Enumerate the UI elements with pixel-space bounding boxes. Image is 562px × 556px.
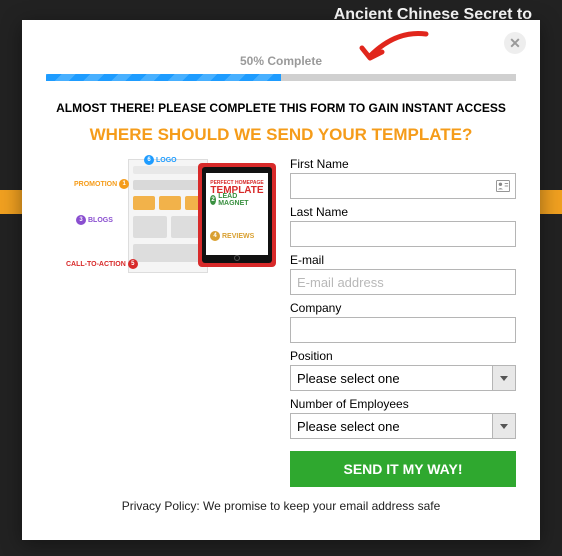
- position-select[interactable]: Please select one: [290, 365, 516, 391]
- badge-blogs: 3BLOGS: [76, 215, 113, 225]
- heading: WHERE SHOULD WE SEND YOUR TEMPLATE?: [46, 125, 516, 145]
- first-name-label: First Name: [290, 157, 516, 171]
- submit-button[interactable]: SEND IT MY WAY!: [290, 451, 516, 487]
- progress-fill: [46, 74, 281, 81]
- badge-logo: 6LOGO: [144, 155, 177, 165]
- badge-lead-magnet: 2LEAD MAGNET: [210, 193, 250, 207]
- last-name-input[interactable]: [290, 221, 516, 247]
- progress-bar: [46, 74, 516, 81]
- last-name-label: Last Name: [290, 205, 516, 219]
- employees-label: Number of Employees: [290, 397, 516, 411]
- subheading: ALMOST THERE! PLEASE COMPLETE THIS FORM …: [46, 101, 516, 115]
- first-name-input[interactable]: [290, 173, 516, 199]
- email-label: E-mail: [290, 253, 516, 267]
- position-label: Position: [290, 349, 516, 363]
- lead-form: First Name Last Name E-mail Company Posi…: [290, 157, 516, 487]
- privacy-text: Privacy Policy: We promise to keep your …: [46, 499, 516, 513]
- employees-select[interactable]: Please select one: [290, 413, 516, 439]
- template-illustration: PERFECT HOMEPAGE TEMPLATE 6LOGO PROMOTIO…: [46, 157, 276, 279]
- close-button[interactable]: ✕: [504, 32, 526, 54]
- badge-reviews: 4REVIEWS: [210, 231, 254, 241]
- progress-label: 50% Complete: [46, 54, 516, 68]
- company-input[interactable]: [290, 317, 516, 343]
- email-input[interactable]: [290, 269, 516, 295]
- tablet-icon: PERFECT HOMEPAGE TEMPLATE: [198, 163, 276, 267]
- lead-capture-modal: ✕ 50% Complete ALMOST THERE! PLEASE COMP…: [22, 20, 540, 540]
- progress-section: 50% Complete: [46, 54, 516, 81]
- company-label: Company: [290, 301, 516, 315]
- arrow-annotation-icon: [356, 28, 436, 76]
- badge-promotion: PROMOTION1: [74, 179, 129, 189]
- close-icon: ✕: [509, 35, 521, 52]
- badge-cta: CALL-TO-ACTION5: [66, 259, 138, 269]
